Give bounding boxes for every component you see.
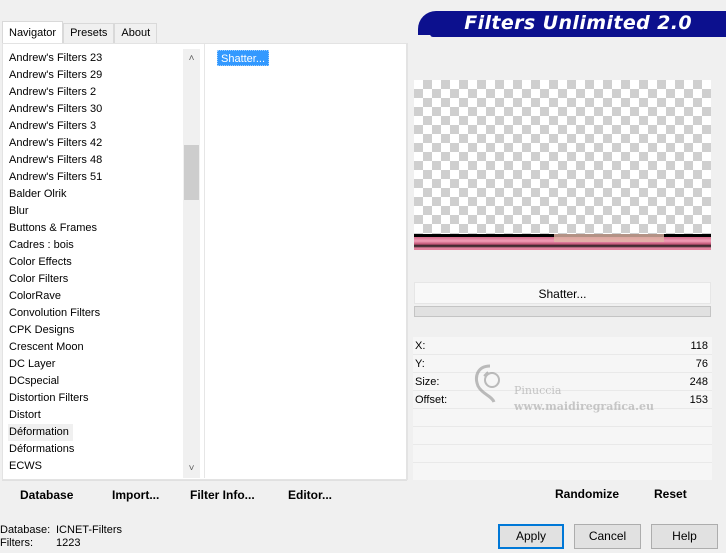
parameter-value: 76 xyxy=(695,358,708,370)
parameter-label: Size: xyxy=(415,376,440,388)
parameter-value: 248 xyxy=(689,376,708,388)
parameter-label: X: xyxy=(415,340,426,352)
apply-button[interactable]: Apply xyxy=(498,524,564,549)
import-button[interactable]: Import... xyxy=(112,488,159,502)
list-divider xyxy=(204,44,205,478)
chevron-up-icon[interactable]: ˄ xyxy=(183,50,200,67)
filters-status-value: 1223 xyxy=(56,537,81,549)
tab-navigator[interactable]: Navigator xyxy=(2,21,64,43)
right-button-bar: Randomize Reset xyxy=(412,480,720,508)
category-item[interactable]: Andrew's Filters 48 xyxy=(8,152,183,169)
preview-content xyxy=(414,234,711,250)
filters-status-label: Filters: xyxy=(0,537,33,549)
status-area: Database: ICNET-Filters Filters: 1223 xyxy=(0,524,122,550)
watermark-name: Pinuccia xyxy=(514,384,562,397)
category-item[interactable]: ColorRave xyxy=(8,288,183,305)
category-item[interactable]: Color Filters xyxy=(8,271,183,288)
parameter-row-empty xyxy=(413,427,712,445)
category-item[interactable]: Color Effects xyxy=(8,254,183,271)
cancel-button[interactable]: Cancel xyxy=(574,524,641,549)
filter-list-item[interactable]: Shatter... xyxy=(217,50,270,66)
category-item[interactable]: CPK Designs xyxy=(8,322,183,339)
category-scrollbar[interactable]: ˄ ˅ xyxy=(183,49,200,478)
category-item[interactable]: Andrew's Filters 42 xyxy=(8,135,183,152)
parameter-slider[interactable] xyxy=(414,306,711,317)
category-item[interactable]: Buttons & Frames xyxy=(8,220,183,237)
help-button[interactable]: Help xyxy=(651,524,718,549)
watermark-logo-icon xyxy=(475,364,500,403)
tab-about[interactable]: About xyxy=(114,23,158,43)
category-item[interactable]: Distortion Filters xyxy=(8,390,183,407)
parameter-label: Offset: xyxy=(415,394,448,406)
filter-name-label: Shatter... xyxy=(414,282,711,304)
parameter-row-empty xyxy=(413,463,712,481)
category-item[interactable]: Cadres : bois xyxy=(8,237,183,254)
category-item[interactable]: Andrew's Filters 23 xyxy=(8,50,183,67)
database-status-value: ICNET-Filters xyxy=(56,524,122,536)
filter-info-button[interactable]: Filter Info... xyxy=(190,488,255,502)
parameter-value: 118 xyxy=(690,340,708,352)
category-item[interactable]: ECWS xyxy=(8,458,183,475)
category-item[interactable]: Déformations xyxy=(8,441,183,458)
title-banner: Filters Unlimited 2.0 xyxy=(418,11,726,35)
category-list[interactable]: Andrew's Filters 23 Andrew's Filters 29 An… xyxy=(8,50,183,478)
tab-bar: Navigator Presets About xyxy=(2,21,158,43)
category-item[interactable]: Crescent Moon xyxy=(8,339,183,356)
category-item[interactable]: Déformation xyxy=(8,424,73,441)
reset-button[interactable]: Reset xyxy=(654,487,687,501)
left-button-bar: Database Import... Filter Info... Editor… xyxy=(2,480,407,508)
banner-underline xyxy=(430,34,726,37)
database-button[interactable]: Database xyxy=(20,488,73,502)
category-item[interactable]: Andrew's Filters 30 xyxy=(8,101,183,118)
watermark: Pinuccia www.maidiregrafica.eu xyxy=(470,362,670,414)
randomize-button[interactable]: Randomize xyxy=(555,487,619,501)
category-item[interactable]: Convolution Filters xyxy=(8,305,183,322)
parameter-label: Y: xyxy=(415,358,425,370)
parameter-value: 153 xyxy=(689,394,708,406)
scroll-thumb[interactable] xyxy=(184,145,199,200)
editor-button[interactable]: Editor... xyxy=(288,488,332,502)
category-item[interactable]: Andrew's Filters 3 xyxy=(8,118,183,135)
category-item[interactable]: Andrew's Filters 29 xyxy=(8,67,183,84)
category-item[interactable]: DC Layer xyxy=(8,356,183,373)
chevron-down-icon[interactable]: ˅ xyxy=(183,460,200,477)
category-item[interactable]: Balder Olrik xyxy=(8,186,183,203)
category-item[interactable]: Blur xyxy=(8,203,183,220)
category-item[interactable]: DCspecial xyxy=(8,373,183,390)
category-item[interactable]: Andrew's Filters 2 xyxy=(8,84,183,101)
watermark-url: www.maidiregrafica.eu xyxy=(514,400,655,413)
tab-presets[interactable]: Presets xyxy=(63,23,115,43)
preview-image xyxy=(414,80,711,250)
parameter-row-empty xyxy=(413,445,712,463)
category-item[interactable]: Distort xyxy=(8,407,183,424)
database-status-label: Database: xyxy=(0,524,51,536)
app-title: Filters Unlimited 2.0 xyxy=(464,12,692,34)
category-item[interactable]: Andrew's Filters 51 xyxy=(8,169,183,186)
parameter-row[interactable]: X: 118 xyxy=(413,337,712,355)
